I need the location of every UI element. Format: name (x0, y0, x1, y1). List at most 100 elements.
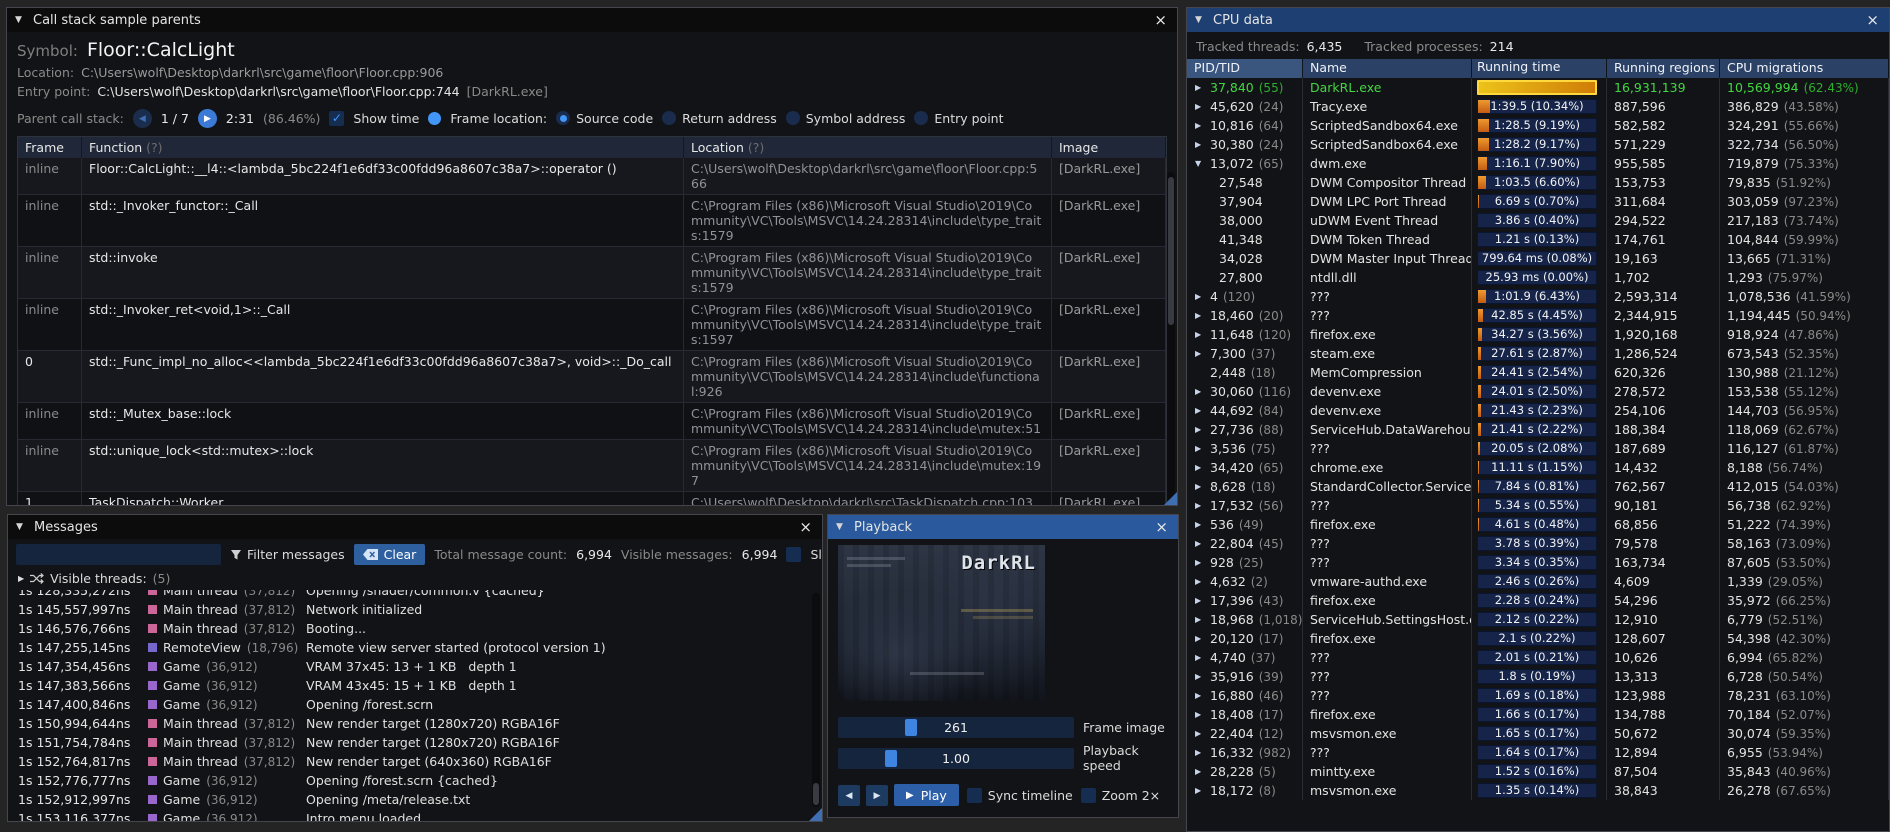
expand-arrow-icon[interactable]: ▶ (1195, 121, 1210, 130)
prev-frame-button[interactable]: ◀ (838, 784, 860, 806)
expand-arrow-icon[interactable]: ▶ (1195, 729, 1210, 738)
call-stack-row[interactable]: inline std::_Invoker_ret<void,1>::_Call … (18, 299, 1166, 351)
cpu-process-row[interactable]: ▶ 7,300 (37) steam.exe 27.61 s (2.87%) 1… (1187, 344, 1889, 363)
expand-arrow-icon[interactable]: ▶ (1195, 539, 1210, 548)
expand-arrow-icon[interactable]: ▶ (1195, 501, 1210, 510)
header-running-regions[interactable]: Running regions (1607, 59, 1720, 78)
expand-arrow-icon[interactable]: ▶ (1195, 767, 1210, 776)
messages-titlebar[interactable]: ▼ Messages × (8, 515, 822, 539)
expand-arrow-icon[interactable]: ▶ (1195, 444, 1210, 453)
cpu-process-row[interactable]: ▶ 17,532 (56) ??? 5.34 s (0.55%) 90,181 … (1187, 496, 1889, 515)
message-row[interactable]: 1s 147,354,456ns Game (36,912) VRAM 37x4… (8, 657, 822, 676)
expand-arrow-icon[interactable]: ▶ (1195, 406, 1210, 415)
expand-arrow-icon[interactable]: ▶ (1195, 102, 1210, 111)
playback-titlebar[interactable]: ▼ Playback × (828, 515, 1178, 539)
cpu-process-row[interactable]: ▶ 37,840 (55) DarkRL.exe 16,931,139 10,5… (1187, 78, 1889, 97)
visible-threads-treenode[interactable]: ▶ Visible threads: (5) (8, 568, 822, 589)
header-frame[interactable]: Frame (18, 137, 82, 158)
expand-arrow-icon[interactable]: ▶ (1195, 672, 1210, 681)
cpu-process-row[interactable]: ▶ 30,380 (24) ScriptedSandbox64.exe 1:28… (1187, 135, 1889, 154)
cpu-process-row[interactable]: ▶ 34,420 (65) chrome.exe 11.11 s (1.15%)… (1187, 458, 1889, 477)
message-row[interactable]: 1s 151,754,784ns Main thread (37,812) Ne… (8, 733, 822, 752)
close-icon[interactable]: × (797, 519, 814, 535)
scrollbar-thumb[interactable] (813, 783, 819, 805)
cpu-process-row[interactable]: 34,028 DWM Master Input Thread 799.64 ms… (1187, 249, 1889, 268)
call-stack-row[interactable]: inline std::_Mutex_base::lock C:\Program… (18, 403, 1166, 440)
collapse-arrow-icon[interactable]: ▼ (1195, 15, 1206, 25)
cpu-process-row[interactable]: ▼ 13,072 (65) dwm.exe 1:16.1 (7.90%) 955… (1187, 154, 1889, 173)
sync-timeline-checkbox[interactable] (966, 787, 982, 803)
close-icon[interactable]: × (1864, 12, 1881, 28)
cpu-process-row[interactable]: ▶ 35,916 (39) ??? 1.8 s (0.19%) 13,313 6… (1187, 667, 1889, 686)
message-row[interactable]: 1s 147,255,145ns RemoteView (18,796) Rem… (8, 638, 822, 657)
expand-arrow-icon[interactable]: ▶ (1195, 615, 1210, 624)
cpu-process-row[interactable]: ▶ 30,060 (116) devenv.exe 24.01 s (2.50%… (1187, 382, 1889, 401)
cpu-process-row[interactable]: 38,000 uDWM Event Thread 3.86 s (0.40%) … (1187, 211, 1889, 230)
expand-arrow-icon[interactable]: ▶ (1195, 653, 1210, 662)
expand-arrow-icon[interactable]: ▶ (1195, 786, 1210, 795)
call-stack-titlebar[interactable]: ▼ Call stack sample parents × (7, 8, 1177, 32)
playback-speed-slider[interactable]: 1.00 (838, 747, 1074, 769)
cpu-process-row[interactable]: ▶ 28,228 (5) mintty.exe 1.52 s (0.16%) 8… (1187, 762, 1889, 781)
header-running-time[interactable]: Running time (1472, 59, 1607, 78)
expand-arrow-icon[interactable]: ▼ (1195, 159, 1210, 168)
cpu-process-row[interactable]: ▶ 8,628 (18) StandardCollector.Service.e… (1187, 477, 1889, 496)
show-time-checkbox[interactable]: ✓ (329, 110, 345, 126)
expand-arrow-icon[interactable]: ▶ (1195, 311, 1210, 320)
expand-arrow-icon[interactable]: ▶ (1195, 748, 1210, 757)
frame-location-radio[interactable]: Entry point (914, 111, 1004, 126)
cpu-process-row[interactable]: ▶ 45,620 (24) Tracy.exe 1:39.5 (10.34%) … (1187, 97, 1889, 116)
location-help-hint[interactable]: (?) (748, 140, 764, 155)
collapse-arrow-icon[interactable]: ▼ (16, 522, 27, 532)
clipped-checkbox[interactable] (786, 547, 802, 562)
filter-input[interactable] (16, 544, 221, 565)
clear-button[interactable]: Clear (353, 544, 426, 565)
cpu-process-row[interactable]: ▶ 18,408 (17) firefox.exe 1.66 s (0.17%)… (1187, 705, 1889, 724)
tree-collapsed-arrow-icon[interactable]: ▶ (18, 574, 24, 583)
expand-arrow-icon[interactable]: ▶ (1195, 140, 1210, 149)
next-frame-button[interactable]: ▶ (866, 784, 888, 806)
expand-arrow-icon[interactable]: ▶ (1195, 520, 1210, 529)
header-location[interactable]: Location (?) (684, 137, 1052, 158)
close-icon[interactable]: × (1152, 12, 1169, 28)
call-stack-row[interactable]: inline std::_Invoker_functor::_Call C:\P… (18, 195, 1166, 247)
expand-arrow-icon[interactable]: ▶ (1195, 292, 1210, 301)
message-row[interactable]: 1s 147,400,846ns Game (36,912) Opening /… (8, 695, 822, 714)
cpu-process-row[interactable]: ▶ 3,536 (75) ??? 20.05 s (2.08%) 187,689… (1187, 439, 1889, 458)
cpu-process-row[interactable]: ▶ 16,332 (982) ??? 1.64 s (0.17%) 12,894… (1187, 743, 1889, 762)
cpu-process-row[interactable]: ▶ 928 (25) ??? 3.34 s (0.35%) 163,734 87… (1187, 553, 1889, 572)
resize-grip[interactable] (809, 808, 822, 821)
cpu-process-row[interactable]: ▶ 20,120 (17) firefox.exe 2.1 s (0.22%) … (1187, 629, 1889, 648)
filter-messages-control[interactable]: Filter messages (230, 547, 345, 562)
cpu-process-row[interactable]: ▶ 4,632 (2) vmware-authd.exe 2.46 s (0.2… (1187, 572, 1889, 591)
message-row[interactable]: 1s 152,912,997ns Game (36,912) Opening /… (8, 790, 822, 809)
cpu-process-row[interactable]: 27,800 ntdll.dll 25.93 ms (0.00%) 1,702 … (1187, 268, 1889, 287)
cpu-process-row[interactable]: ▶ 10,816 (64) ScriptedSandbox64.exe 1:28… (1187, 116, 1889, 135)
message-row[interactable]: 1s 146,576,766ns Main thread (37,812) Bo… (8, 619, 822, 638)
frame-location-radio[interactable]: Return address (662, 111, 777, 126)
expand-arrow-icon[interactable]: ▶ (1195, 425, 1210, 434)
frame-location-radio[interactable]: Source code (556, 111, 653, 126)
cpu-process-row[interactable]: 27,548 DWM Compositor Thread 1:03.5 (6.6… (1187, 173, 1889, 192)
scrollbar[interactable] (1167, 172, 1175, 501)
header-image[interactable]: Image (1052, 137, 1166, 158)
play-button[interactable]: ▶ Play (894, 784, 959, 806)
cpu-process-row[interactable]: ▶ 4 (120) ??? 1:01.9 (6.43%) 2,593,314 1… (1187, 287, 1889, 306)
expand-arrow-icon[interactable]: ▶ (1195, 387, 1210, 396)
message-row[interactable]: 1s 145,557,997ns Main thread (37,812) Ne… (8, 600, 822, 619)
cpu-process-row[interactable]: 37,904 DWM LPC Port Thread 6.69 s (0.70%… (1187, 192, 1889, 211)
zoom-2x-checkbox[interactable] (1080, 787, 1096, 803)
message-row[interactable]: 1s 152,776,777ns Game (36,912) Opening /… (8, 771, 822, 790)
header-function[interactable]: Function (?) (82, 137, 684, 158)
message-row[interactable]: 1s 152,764,817ns Main thread (37,812) Ne… (8, 752, 822, 771)
expand-arrow-icon[interactable]: ▶ (1195, 691, 1210, 700)
expand-arrow-icon[interactable]: ▶ (1195, 577, 1210, 586)
call-stack-row[interactable]: inline Floor::CalcLight::__l4::<lambda_5… (18, 158, 1166, 195)
message-row[interactable]: 1s 128,335,272ns Main thread (37,812) Op… (8, 590, 822, 600)
call-stack-row[interactable]: inline std::unique_lock<std::mutex>::loc… (18, 440, 1166, 492)
call-stack-row[interactable]: 0 std::_Func_impl_no_alloc<<lambda_5bc22… (18, 351, 1166, 403)
expand-arrow-icon[interactable]: ▶ (1195, 83, 1210, 92)
scrollbar-thumb[interactable] (1168, 177, 1174, 325)
cpu-process-row[interactable]: ▶ 22,804 (45) ??? 3.78 s (0.39%) 79,578 … (1187, 534, 1889, 553)
cpu-process-row[interactable]: ▶ 18,460 (20) ??? 42.85 s (4.45%) 2,344,… (1187, 306, 1889, 325)
